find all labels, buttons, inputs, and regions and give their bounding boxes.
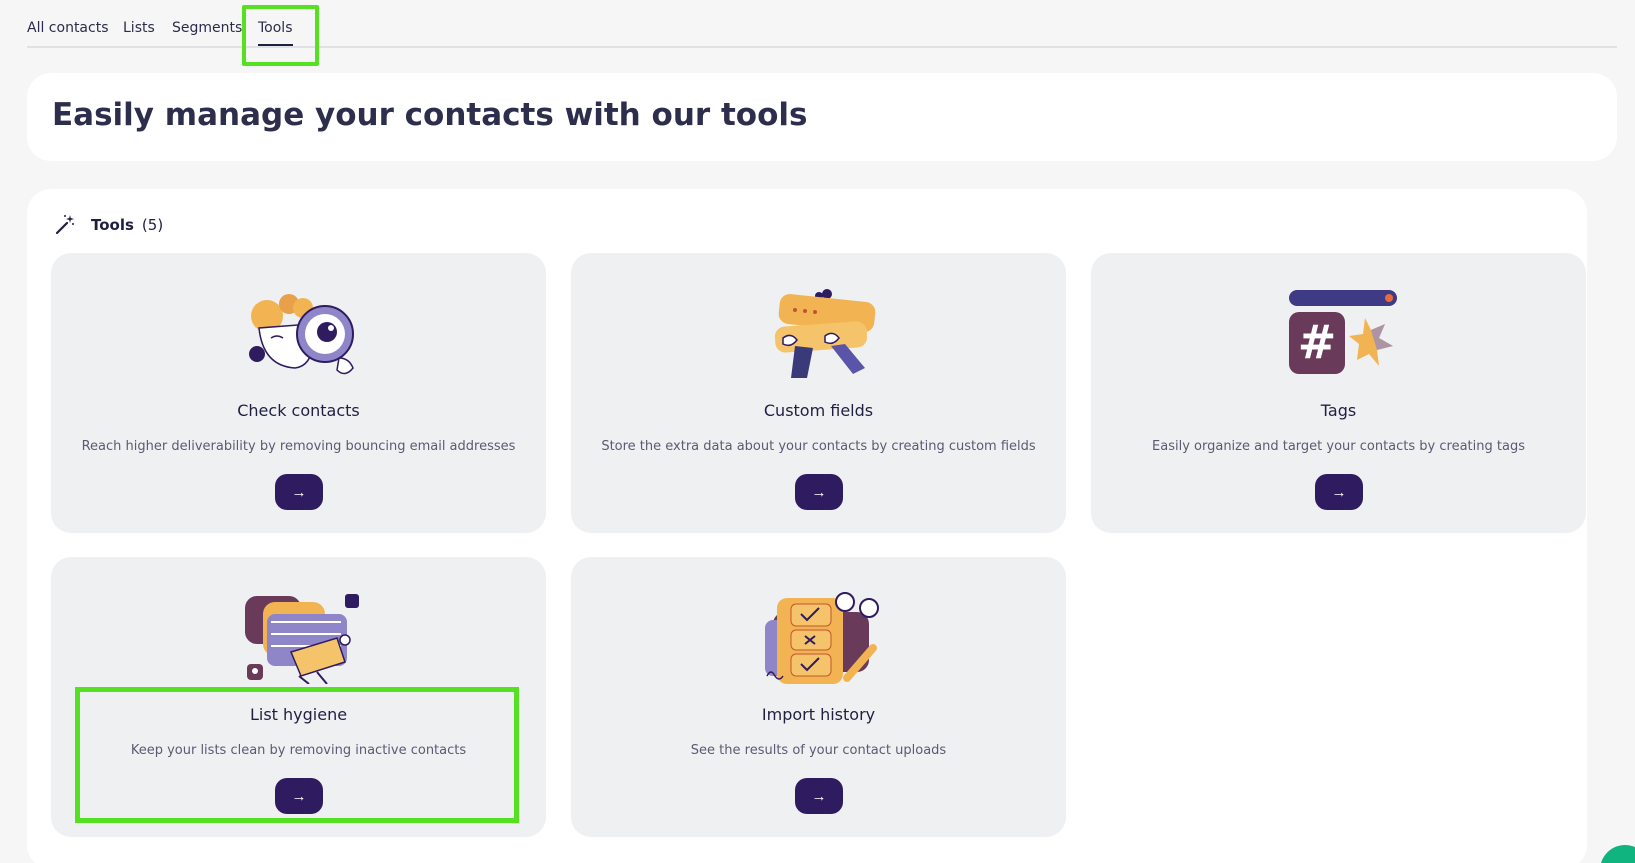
- tools-count: (5): [141, 216, 164, 234]
- page-title: Easily manage your contacts with our too…: [52, 97, 808, 133]
- card-title: Custom fields: [763, 401, 874, 420]
- card-description: See the results of your contact uploads: [690, 743, 947, 758]
- card-check-contacts: Check contacts Reach higher deliverabili…: [51, 253, 546, 533]
- card-list-hygiene: List hygiene Keep your lists clean by re…: [51, 557, 546, 837]
- tags-illustration: #: [1289, 290, 1397, 374]
- check-contacts-arrow-button[interactable]: →: [275, 474, 323, 510]
- card-custom-fields: Custom fields Store the extra data about…: [571, 253, 1066, 533]
- list-hygiene-illustration: [245, 594, 359, 684]
- card-import-history: Import history See the results of your c…: [571, 557, 1066, 837]
- tools-panel: Tools (5) Check contacts Reach higher de…: [27, 189, 1587, 863]
- card-title: Tags: [1320, 401, 1357, 420]
- custom-fields-illustration: [774, 289, 876, 378]
- check-contacts-illustration: [249, 294, 354, 375]
- tab-all-contacts[interactable]: All contacts: [27, 20, 109, 36]
- card-description: Keep your lists clean by removing inacti…: [130, 743, 467, 758]
- tools-title: Tools: [91, 216, 134, 234]
- magic-wand-icon: [55, 215, 74, 235]
- tab-segments[interactable]: Segments: [172, 20, 242, 36]
- card-title: Check contacts: [237, 401, 360, 420]
- card-title: List hygiene: [249, 705, 348, 724]
- import-history-illustration: [765, 592, 879, 684]
- card-tags: # Tags Easily organize and target your c…: [1091, 253, 1586, 533]
- tab-lists[interactable]: Lists: [123, 20, 155, 36]
- svg-text:#: #: [1298, 315, 1337, 369]
- chat-widget-button[interactable]: [1600, 845, 1635, 863]
- tab-tools[interactable]: Tools: [258, 20, 293, 46]
- card-description: Reach higher deliverability by removing …: [81, 439, 516, 454]
- hero-banner: Easily manage your contacts with our too…: [27, 73, 1617, 161]
- card-title: Import history: [761, 705, 876, 724]
- card-description: Easily organize and target your contacts…: [1152, 439, 1525, 454]
- tools-header: Tools (5): [53, 213, 163, 237]
- list-hygiene-arrow-button[interactable]: →: [275, 778, 323, 814]
- import-history-arrow-button[interactable]: →: [795, 778, 843, 814]
- card-description: Store the extra data about your contacts…: [601, 439, 1036, 454]
- tab-bar: All contacts Lists Segments Tools: [27, 0, 1617, 48]
- tags-arrow-button[interactable]: →: [1315, 474, 1363, 510]
- custom-fields-arrow-button[interactable]: →: [795, 474, 843, 510]
